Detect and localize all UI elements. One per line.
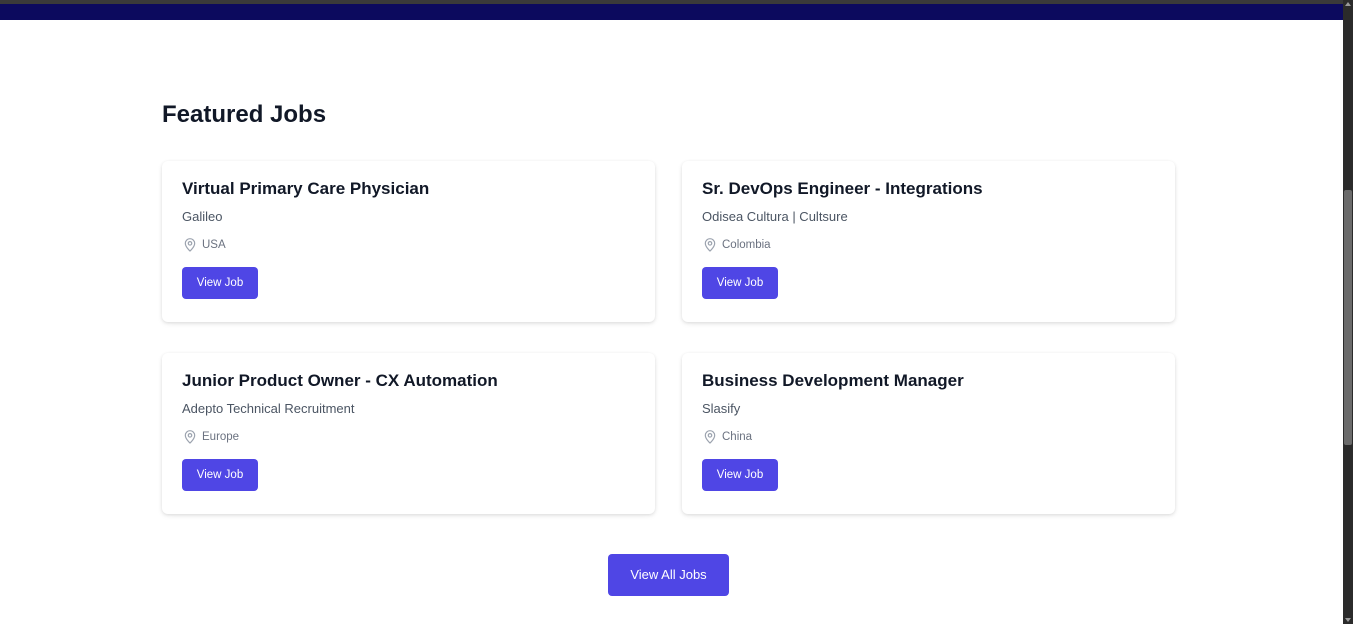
job-location-label: China — [722, 431, 753, 443]
page-title: Featured Jobs — [162, 101, 327, 128]
scrollbar[interactable] — [1343, 0, 1353, 624]
job-location-label: Europe — [202, 431, 240, 443]
job-title: Junior Product Owner - CX Automation — [182, 371, 498, 390]
job-company: Odisea Cultura | Cultsure — [702, 209, 848, 224]
job-company: Galileo — [182, 209, 223, 224]
scrollbar-thumb[interactable] — [1344, 190, 1352, 445]
job-company: Slasify — [702, 401, 741, 416]
job-location-label: Colombia — [722, 239, 771, 251]
scroll-down-arrow-icon[interactable] — [1345, 618, 1351, 622]
view-job-button[interactable]: View Job — [182, 267, 258, 299]
map-pin-icon — [184, 238, 196, 252]
map-pin-icon — [184, 430, 196, 444]
view-all-jobs-button[interactable]: View All Jobs — [608, 554, 729, 596]
job-location: USA — [182, 237, 635, 253]
job-location: China — [702, 429, 1155, 445]
scroll-up-arrow-icon[interactable] — [1345, 2, 1351, 6]
map-pin-icon — [704, 238, 716, 252]
job-title: Sr. DevOps Engineer - Integrations — [702, 179, 983, 198]
job-title: Virtual Primary Care Physician — [182, 179, 430, 198]
view-job-button[interactable]: View Job — [702, 267, 778, 299]
job-card: Business Development Manager Slasify Chi… — [682, 353, 1175, 514]
job-location-label: USA — [202, 239, 226, 251]
job-card: Sr. DevOps Engineer - Integrations Odise… — [682, 161, 1175, 322]
job-title: Business Development Manager — [702, 371, 964, 390]
job-company: Adepto Technical Recruitment — [182, 401, 355, 416]
map-pin-icon — [704, 430, 716, 444]
job-card: Virtual Primary Care Physician Galileo U… — [162, 161, 655, 322]
view-job-button[interactable]: View Job — [182, 459, 258, 491]
job-card: Junior Product Owner - CX Automation Ade… — [162, 353, 655, 514]
job-location: Colombia — [702, 237, 1155, 253]
top-navigation-bar — [0, 4, 1343, 20]
view-job-button[interactable]: View Job — [702, 459, 778, 491]
job-location: Europe — [182, 429, 635, 445]
